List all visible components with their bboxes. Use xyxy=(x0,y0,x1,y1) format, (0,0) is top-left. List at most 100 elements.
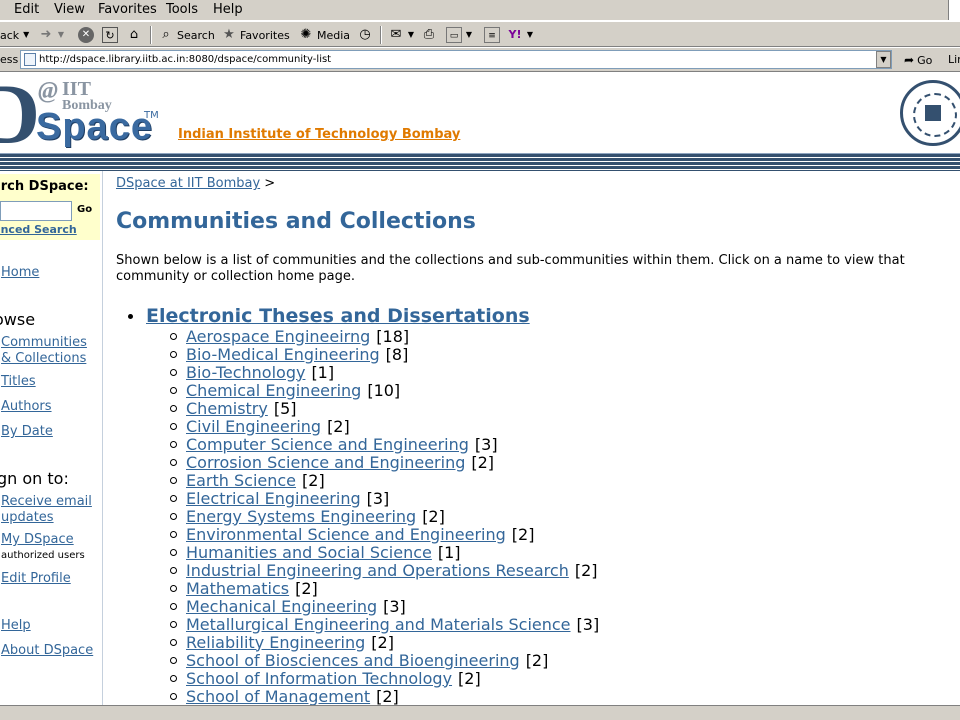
collection-link[interactable]: Industrial Engineering and Operations Re… xyxy=(186,561,569,580)
collection-item: Mechanical Engineering [3] xyxy=(170,597,599,616)
media-button[interactable]: ✺ Media xyxy=(298,27,351,43)
logo-d-mark: D xyxy=(0,72,41,154)
collection-link[interactable]: Reliability Engineering xyxy=(186,633,365,652)
collection-link[interactable]: Metallurgical Engineering and Materials … xyxy=(186,615,571,634)
collection-item: Corrosion Science and Engineering [2] xyxy=(170,453,599,472)
collection-link[interactable]: Environmental Science and Engineering xyxy=(186,525,506,544)
discuss-button[interactable]: ≡ xyxy=(484,27,500,43)
menu-view[interactable]: View xyxy=(54,2,85,17)
home-button[interactable]: ⌂ xyxy=(126,27,142,43)
collection-link[interactable]: Mechanical Engineering xyxy=(186,597,377,616)
mail-button[interactable]: ✉ ▼ xyxy=(388,27,415,43)
search-button[interactable]: ⌕ Search xyxy=(158,27,215,43)
home-icon: ⌂ xyxy=(129,27,139,42)
print-button[interactable]: ⎙ xyxy=(421,27,437,43)
collection-link[interactable]: Electrical Engineering xyxy=(186,489,361,508)
menu-favorites[interactable]: Favorites xyxy=(98,2,157,17)
collection-link[interactable]: Chemistry xyxy=(186,399,268,418)
bullet-circle-icon xyxy=(170,404,177,412)
stop-button[interactable]: ✕ xyxy=(78,27,94,43)
sidebar-receive-email-link-line2[interactable]: updates xyxy=(1,510,54,526)
collection-item: Environmental Science and Engineering [2] xyxy=(170,525,599,544)
logo-space: Space xyxy=(36,106,153,148)
sidebar-bydate-link[interactable]: By Date xyxy=(1,424,53,440)
bullet-circle-icon xyxy=(170,368,177,376)
favorites-button[interactable]: ★ Favorites xyxy=(221,27,290,43)
sidebar-search-input[interactable] xyxy=(0,201,72,221)
collection-link[interactable]: Chemical Engineering xyxy=(186,381,361,400)
sidebar-home-link[interactable]: Home xyxy=(1,265,39,281)
collection-count: [2] xyxy=(327,416,350,436)
mail-icon: ✉ xyxy=(390,27,402,42)
menu-edit[interactable]: Edit xyxy=(14,2,39,17)
iitb-seal-icon[interactable] xyxy=(900,80,960,146)
community-link[interactable]: Electronic Theses and Dissertations xyxy=(146,305,530,327)
history-button[interactable]: ◷ xyxy=(357,27,373,43)
collection-link[interactable]: School of Management xyxy=(186,687,370,706)
collection-link[interactable]: Civil Engineering xyxy=(186,417,321,436)
collection-item: Mathematics [2] xyxy=(170,579,599,598)
forward-button[interactable]: ➜ ▼ xyxy=(38,27,65,43)
breadcrumb-home-link[interactable]: DSpace at IIT Bombay xyxy=(116,176,260,191)
collection-item: School of Biosciences and Bioengineering… xyxy=(170,651,599,670)
collection-link[interactable]: Bio-Technology xyxy=(186,363,305,382)
bullet-circle-icon xyxy=(170,332,177,340)
search-label: Search xyxy=(177,28,215,42)
collection-link[interactable]: Energy Systems Engineering xyxy=(186,507,416,526)
collection-link[interactable]: Bio-Medical Engineering xyxy=(186,345,380,364)
collection-link[interactable]: Corrosion Science and Engineering xyxy=(186,453,465,472)
address-dropdown-arrow-icon[interactable]: ▼ xyxy=(876,51,891,68)
collection-link[interactable]: Earth Science xyxy=(186,471,296,490)
messenger-button[interactable]: Y! ▼ xyxy=(507,27,534,43)
sidebar-authors-link[interactable]: Authors xyxy=(1,399,52,415)
collection-link[interactable]: Mathematics xyxy=(186,579,289,598)
back-button[interactable]: ack ▼ xyxy=(0,27,30,43)
collection-link[interactable]: School of Biosciences and Bioengineering xyxy=(186,651,520,670)
edit-button[interactable]: ▭ ▼ xyxy=(446,27,473,43)
breadcrumb-separator: > xyxy=(264,176,276,191)
bullet-circle-icon xyxy=(170,692,177,700)
sidebar-communities-link-line2[interactable]: & Collections xyxy=(1,351,86,367)
collection-link[interactable]: Aerospace Engineeirng xyxy=(186,327,370,346)
collection-item: Electrical Engineering [3] xyxy=(170,489,599,508)
menu-tools[interactable]: Tools xyxy=(166,2,198,17)
menu-help[interactable]: Help xyxy=(213,2,243,17)
bullet-circle-icon xyxy=(170,458,177,466)
bullet-circle-icon xyxy=(170,620,177,628)
sidebar-help-link[interactable]: Help xyxy=(1,618,31,634)
sidebar-go-button[interactable]: Go xyxy=(77,204,92,215)
page-icon xyxy=(24,53,36,66)
bullet-circle-icon xyxy=(170,530,177,538)
links-button[interactable]: Lin xyxy=(948,53,960,66)
collection-count: [2] xyxy=(574,560,598,580)
collection-link[interactable]: Humanities and Social Science xyxy=(186,543,432,562)
advanced-search-link[interactable]: vanced Search xyxy=(0,223,77,236)
collection-item: Chemistry [5] xyxy=(170,398,599,418)
go-arrow-icon: ➦ xyxy=(904,53,915,67)
address-label: ess xyxy=(0,53,19,66)
breadcrumb: DSpace at IIT Bombay > xyxy=(116,176,275,191)
dropdown-arrow-icon: ▼ xyxy=(407,30,415,39)
bullet-circle-icon xyxy=(170,548,177,556)
sidebar-search-box: arch DSpace: Go vanced Search xyxy=(0,174,100,240)
dspace-logo[interactable]: D @ IIT Bombay Space TM xyxy=(0,72,176,154)
institute-link[interactable]: Indian Institute of Technology Bombay xyxy=(178,127,460,142)
address-input[interactable]: http://dspace.library.iitb.ac.in:8080/ds… xyxy=(20,50,892,69)
media-icon: ✺ xyxy=(300,27,312,42)
main-content: DSpace at IIT Bombay > Communities and C… xyxy=(116,171,960,705)
refresh-button[interactable]: ↻ xyxy=(102,27,118,43)
bullet-circle-icon xyxy=(170,494,177,502)
logo-tm: TM xyxy=(144,110,159,121)
sidebar-titles-link[interactable]: Titles xyxy=(1,374,36,390)
sidebar-communities-link[interactable]: Communities xyxy=(1,335,87,351)
sidebar-edit-profile-link[interactable]: Edit Profile xyxy=(1,571,71,587)
sidebar-receive-email-link[interactable]: Receive email xyxy=(1,494,92,510)
collection-link[interactable]: Computer Science and Engineering xyxy=(186,435,469,454)
collection-count: [5] xyxy=(273,398,297,418)
go-button[interactable]: ➦ Go xyxy=(904,53,932,67)
collection-link[interactable]: School of Information Technology xyxy=(186,669,452,688)
yahoo-messenger-icon: Y! xyxy=(508,28,522,41)
sidebar-about-link[interactable]: About DSpace xyxy=(1,643,93,659)
header-stripes xyxy=(0,154,960,171)
sidebar-mydspace-link[interactable]: My DSpace xyxy=(1,532,74,548)
